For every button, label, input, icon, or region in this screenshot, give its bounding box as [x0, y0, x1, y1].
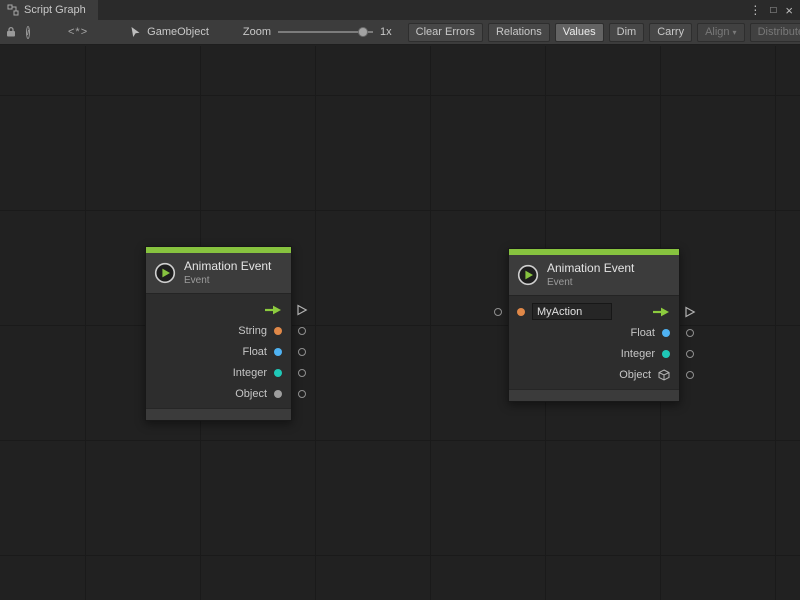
port-row-float: Float — [509, 322, 679, 343]
node-header[interactable]: Animation Event Event — [509, 255, 679, 296]
node-footer — [509, 389, 679, 401]
port-label: String — [238, 325, 267, 337]
float-type-icon — [274, 348, 282, 356]
name-input-port[interactable] — [494, 308, 502, 316]
gameobject-picker-icon — [130, 26, 141, 38]
port-row-object: Object — [146, 383, 291, 404]
close-icon[interactable]: × — [785, 3, 793, 18]
port-row-string: String — [146, 320, 291, 341]
code-preview-icon[interactable]: <*> — [68, 26, 88, 38]
port-row-integer: Integer — [146, 362, 291, 383]
port-label: Integer — [233, 367, 267, 379]
string-output-port[interactable] — [298, 327, 306, 335]
port-row-integer: Integer — [509, 343, 679, 364]
node-title: Animation Event — [547, 261, 634, 275]
node-animation-event[interactable]: Animation Event Event — [145, 246, 292, 421]
tab-title: Script Graph — [24, 4, 86, 16]
event-play-icon — [517, 264, 539, 286]
chevron-down-icon: ▾ — [733, 28, 737, 37]
event-name-field[interactable] — [532, 303, 612, 320]
relations-button[interactable]: Relations — [488, 23, 550, 42]
node-header[interactable]: Animation Event Event — [146, 253, 291, 294]
integer-type-icon — [662, 350, 670, 358]
kebab-menu-icon[interactable]: ⋮ — [749, 3, 761, 17]
object-output-port[interactable] — [298, 390, 306, 398]
integer-output-port[interactable] — [298, 369, 306, 377]
values-button[interactable]: Values — [555, 23, 604, 42]
port-label: Float — [631, 327, 655, 339]
carry-button[interactable]: Carry — [649, 23, 692, 42]
flow-arrow-icon — [264, 305, 282, 315]
port-row-object: Object — [509, 364, 679, 385]
align-label: Align — [705, 26, 729, 38]
node-body: Float Integer Object — [509, 296, 679, 389]
flow-output-port[interactable] — [296, 304, 308, 316]
name-input-row — [509, 301, 679, 322]
zoom-slider-handle[interactable] — [358, 27, 368, 37]
gameobject-label: GameObject — [147, 26, 209, 38]
zoom-slider[interactable] — [278, 25, 373, 39]
clear-errors-button[interactable]: Clear Errors — [408, 23, 483, 42]
zoom-label: Zoom — [243, 26, 271, 38]
graph-canvas[interactable]: Animation Event Event — [0, 46, 800, 600]
script-graph-icon — [7, 4, 19, 16]
maximize-icon[interactable]: □ — [770, 5, 776, 16]
object-output-port[interactable] — [686, 371, 694, 379]
object-type-icon — [274, 390, 282, 398]
float-output-port[interactable] — [298, 348, 306, 356]
info-icon[interactable]: i — [26, 26, 30, 39]
node-footer — [146, 408, 291, 420]
window-controls: ⋮ □ × — [749, 0, 800, 20]
node-body: String Float Integer Object — [146, 294, 291, 408]
float-output-port[interactable] — [686, 329, 694, 337]
string-type-icon — [274, 327, 282, 335]
gameobject-target[interactable]: GameObject — [130, 26, 209, 38]
port-label: Integer — [621, 348, 655, 360]
node-title: Animation Event — [184, 259, 271, 273]
float-type-icon — [662, 329, 670, 337]
node-animation-event-named[interactable]: Animation Event Event — [508, 248, 680, 402]
dim-button[interactable]: Dim — [609, 23, 645, 42]
string-type-icon — [517, 308, 525, 316]
zoom-control: Zoom 1x — [243, 25, 392, 39]
toolbar-buttons: Clear Errors Relations Values Dim Carry … — [408, 23, 800, 42]
distribute-dropdown[interactable]: Distribute▾ — [750, 23, 800, 42]
event-play-icon — [154, 262, 176, 284]
integer-output-port[interactable] — [686, 350, 694, 358]
flow-output-row — [146, 299, 291, 320]
object-cube-icon — [658, 369, 670, 381]
node-subtitle: Event — [184, 275, 271, 286]
graph-toolbar: i <*> GameObject Zoom 1x Clear Errors Re… — [0, 20, 800, 45]
flow-output-port[interactable] — [684, 306, 696, 318]
tab-bar: Script Graph ⋮ □ × — [0, 0, 800, 20]
distribute-label: Distribute — [758, 26, 800, 38]
port-label: Float — [243, 346, 267, 358]
zoom-value: 1x — [380, 26, 392, 38]
port-row-float: Float — [146, 341, 291, 362]
align-dropdown[interactable]: Align ▾ — [697, 23, 744, 42]
unity-script-graph-window: Script Graph ⋮ □ × i <*> GameObject — [0, 0, 800, 600]
node-subtitle: Event — [547, 277, 634, 288]
port-label: Object — [235, 388, 267, 400]
flow-arrow-icon — [652, 307, 670, 317]
port-label: Object — [619, 369, 651, 381]
integer-type-icon — [274, 369, 282, 377]
lock-icon[interactable] — [6, 26, 16, 38]
tab-script-graph[interactable]: Script Graph — [0, 0, 98, 20]
